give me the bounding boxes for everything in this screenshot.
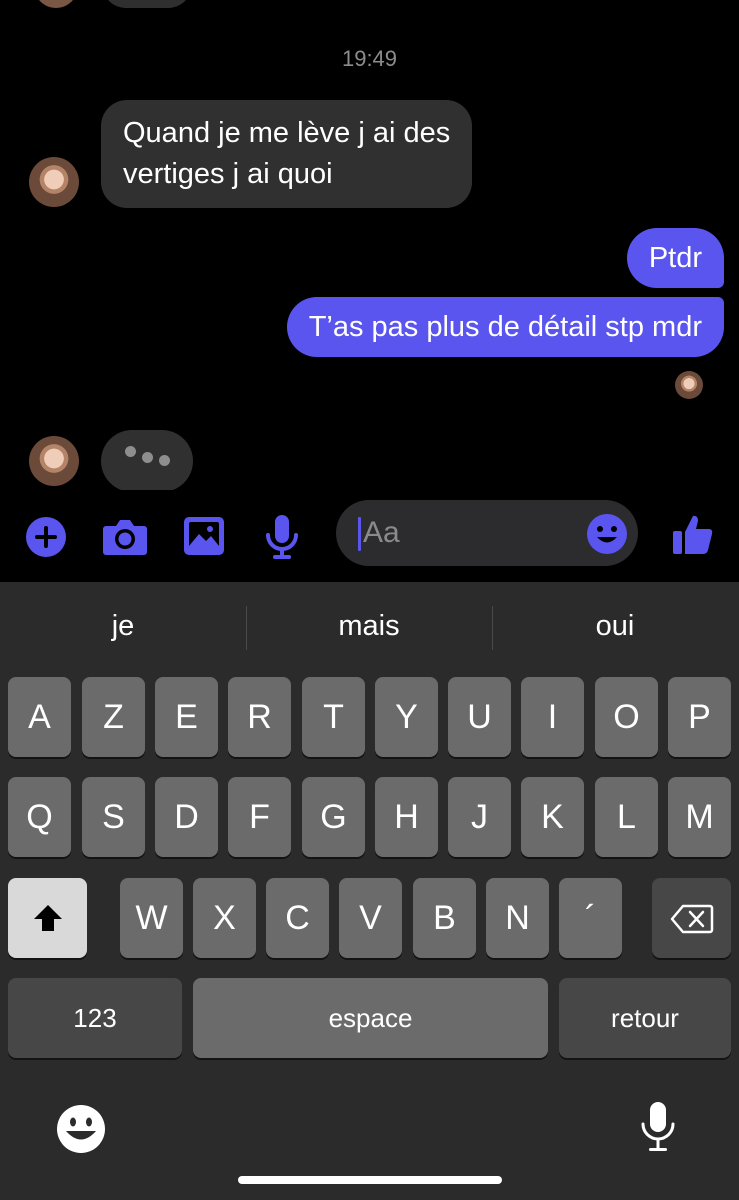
key[interactable]: O [595,677,658,757]
key[interactable]: I [521,677,584,757]
message-text: T’as pas plus de détail stp mdr [308,311,702,343]
image-icon[interactable] [183,516,225,556]
message-timestamp: 19:49 [341,46,398,71]
key[interactable]: C [266,878,329,958]
key[interactable]: B [413,878,476,958]
contact-avatar[interactable] [29,157,79,207]
key[interactable]: G [302,777,365,857]
read-receipt-avatar [675,371,703,399]
outgoing-message[interactable]: Ptdr [626,228,724,288]
key[interactable]: W [120,878,183,958]
key[interactable]: M [668,777,731,857]
key[interactable]: E [155,677,218,757]
numbers-key[interactable]: 123 [8,978,182,1058]
message-composer: Aa [0,490,739,582]
suggestion-item[interactable]: mais [246,610,492,643]
typing-dot [159,455,170,466]
key[interactable]: U [448,677,511,757]
typing-dot [142,452,153,463]
key[interactable]: R [228,677,291,757]
key[interactable]: K [521,777,584,857]
key[interactable]: A [8,677,71,757]
emoji-icon[interactable] [586,513,628,555]
message-bubble-partial [102,0,192,8]
return-key[interactable]: retour [559,978,731,1058]
contact-avatar-partial [34,0,78,8]
plus-icon[interactable] [25,516,67,558]
emoji-keyboard-icon[interactable] [56,1104,106,1154]
conversation-view[interactable]: 19:49 Quand je me lève j ai des vertiges… [0,0,739,490]
key[interactable]: N [486,878,549,958]
suggestion-item[interactable]: je [0,610,246,643]
key[interactable]: X [193,878,256,958]
incoming-message[interactable]: Quand je me lève j ai des vertiges j ai … [101,100,473,208]
key[interactable]: S [82,777,145,857]
backspace-key[interactable] [652,878,731,958]
keyboard: je mais oui A Z E R T Y U I O P Q S D F … [0,582,739,1200]
contact-avatar[interactable] [29,436,79,486]
typing-dot [125,446,136,457]
message-text: Ptdr [648,242,702,274]
key[interactable]: Q [8,777,71,857]
shift-key[interactable] [8,878,87,958]
key[interactable]: T [302,677,365,757]
key[interactable]: Z [82,677,145,757]
message-input-placeholder: Aa [363,516,400,549]
key[interactable]: F [228,777,291,857]
suggestion-item[interactable]: oui [492,610,738,643]
space-key[interactable]: espace [193,978,548,1058]
key[interactable]: D [155,777,218,857]
outgoing-message[interactable]: T’as pas plus de détail stp mdr [286,297,724,357]
predictive-suggestions: je mais oui [0,582,739,676]
message-line: Quand je me lève j ai des [123,117,451,149]
key[interactable]: Y [375,677,438,757]
message-input[interactable]: Aa [336,500,638,566]
key[interactable]: H [375,777,438,857]
key[interactable]: L [595,777,658,857]
backspace-icon [670,904,714,934]
shift-arrow-icon [34,905,62,931]
key[interactable]: P [668,677,731,757]
thumbs-up-icon[interactable] [671,512,715,556]
accent-key[interactable]: ´ [559,878,622,958]
key[interactable]: J [448,777,511,857]
dictation-microphone-icon[interactable] [639,1100,677,1154]
text-caret [358,517,361,551]
microphone-icon[interactable] [264,514,300,560]
home-indicator[interactable] [238,1176,502,1184]
message-line: vertiges j ai quoi [123,158,333,190]
typing-indicator [101,430,193,490]
camera-icon[interactable] [102,518,148,556]
key[interactable]: V [339,878,402,958]
